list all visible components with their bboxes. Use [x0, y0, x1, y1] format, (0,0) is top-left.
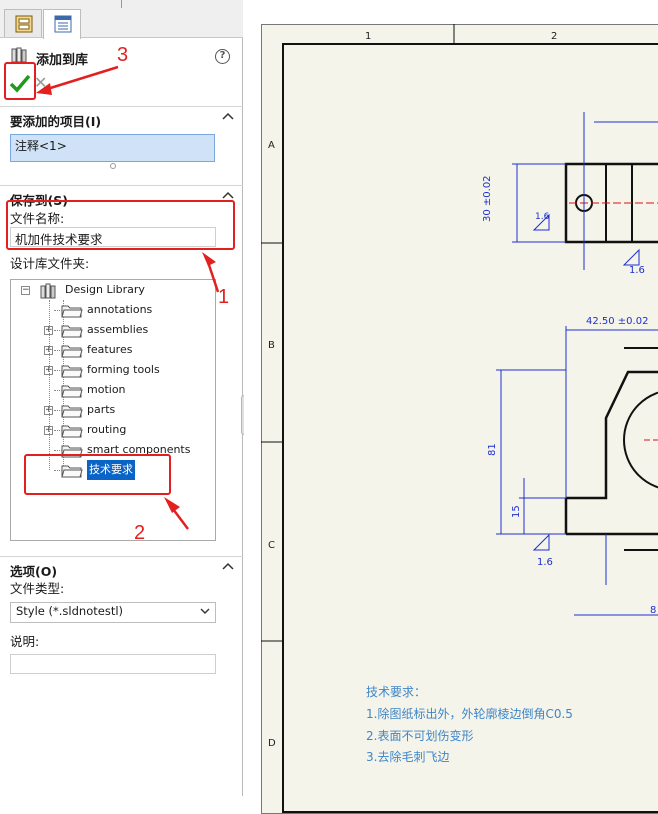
- description-input[interactable]: [10, 654, 216, 674]
- file-type-label: 文件类型:: [10, 581, 65, 596]
- dimension-label: 1.6: [537, 557, 553, 568]
- tree-connector: [49, 300, 50, 470]
- tree-connector: [54, 310, 62, 311]
- zone-number: 1: [365, 31, 372, 42]
- design-library-tree[interactable]: − Design Library annotations assemblies + f…: [10, 279, 216, 541]
- tree-item-label: annotations: [87, 303, 153, 316]
- selection-list[interactable]: 注释<1>: [10, 134, 215, 162]
- highlight-box-file-name: [6, 200, 235, 250]
- property-manager-panel: 添加到库 ? ✕ 要添加的项目(I) 注释<1> 保存到(S) 文件名称: 机加…: [0, 0, 243, 796]
- drawing-geometry: [261, 24, 658, 642]
- note-title: 技术要求：: [366, 685, 427, 699]
- description-label: 说明:: [10, 634, 40, 649]
- folder-icon: [61, 365, 83, 378]
- dimension-label: 81: [487, 443, 498, 456]
- tab-property-manager[interactable]: [4, 9, 42, 37]
- tree-item-label: Design Library: [65, 283, 145, 296]
- property-manager-icon: [15, 15, 33, 33]
- dimension-label: 30 ±0.02: [482, 175, 493, 222]
- dimension-label: 8: [650, 605, 657, 616]
- zone-letter: B: [268, 340, 275, 351]
- folder-icon: [61, 305, 83, 318]
- drawing-area: 1 2 A B C D 30 ±0.02 1.6 1.6 42.50 ±0.02…: [244, 0, 658, 814]
- note-line: 1.除图纸标出外，外轮廓棱边倒角C0.5: [366, 707, 573, 721]
- folder-icon: [61, 385, 83, 398]
- tree-connector: [54, 370, 62, 371]
- collapse-icon[interactable]: −: [21, 286, 30, 295]
- annotation-step-2: 2: [134, 522, 146, 544]
- tab-divider: [121, 0, 122, 8]
- tree-item-label: features: [87, 343, 133, 356]
- tree-item-label: forming tools: [87, 363, 160, 376]
- tree-item-label: routing: [87, 423, 127, 436]
- tab-feature-manager[interactable]: [43, 9, 81, 39]
- tree-connector: [54, 330, 62, 331]
- tree-connector: [54, 350, 62, 351]
- tree-connector: [54, 450, 62, 451]
- zone-letter: C: [268, 540, 275, 551]
- folder-icon: [61, 405, 83, 418]
- panel-tab-strip: [0, 0, 243, 39]
- folder-label: 设计库文件夹:: [10, 256, 90, 271]
- page-title: 添加到库: [36, 53, 89, 68]
- chevron-up-icon[interactable]: [222, 561, 234, 571]
- chevron-up-icon[interactable]: [222, 190, 234, 200]
- design-library-icon: [40, 283, 56, 299]
- close-icon[interactable]: ✕: [34, 75, 52, 93]
- dimension-label: 1.6: [629, 265, 645, 276]
- folder-icon: [61, 345, 83, 358]
- tree-item-label: motion: [87, 383, 126, 396]
- section-options[interactable]: 选项(O): [0, 556, 243, 579]
- tree-connector: [54, 410, 62, 411]
- annotation-step-3: 3: [117, 44, 129, 66]
- annotation-step-1: 1: [218, 286, 230, 308]
- section-title: 要添加的项目(I): [10, 114, 102, 129]
- dimension-label: 15: [511, 505, 522, 518]
- zone-number: 2: [551, 31, 558, 42]
- tree-connector: [54, 430, 62, 431]
- note-line: 3.去除毛刺飞边: [366, 750, 450, 764]
- selection-item[interactable]: 注释<1>: [15, 139, 67, 153]
- file-type-select[interactable]: Style (*.sldnotestl): [10, 602, 216, 623]
- folder-icon: [61, 425, 83, 438]
- dimension-label: 1.6: [535, 212, 550, 222]
- note-line: 2.表面不可划伤变形: [366, 729, 474, 743]
- tree-item-label: parts: [87, 403, 116, 416]
- highlight-box-folder: [24, 454, 171, 495]
- chevron-down-icon: [200, 608, 210, 614]
- zone-letter: A: [268, 140, 275, 151]
- zone-letter: D: [268, 738, 276, 749]
- file-type-value: Style (*.sldnotestl): [16, 604, 124, 618]
- tree-connector: [54, 390, 62, 391]
- feature-tree-icon: [54, 15, 72, 33]
- chevron-up-icon[interactable]: [222, 111, 234, 121]
- dimension-label: 42.50 ±0.02: [586, 316, 649, 327]
- folder-icon: [61, 325, 83, 338]
- section-items-to-add[interactable]: 要添加的项目(I): [0, 106, 243, 129]
- tree-item-label: assemblies: [87, 323, 149, 336]
- highlight-box-ok: [4, 62, 36, 100]
- help-icon[interactable]: ?: [215, 49, 230, 64]
- resize-handle[interactable]: [110, 163, 116, 169]
